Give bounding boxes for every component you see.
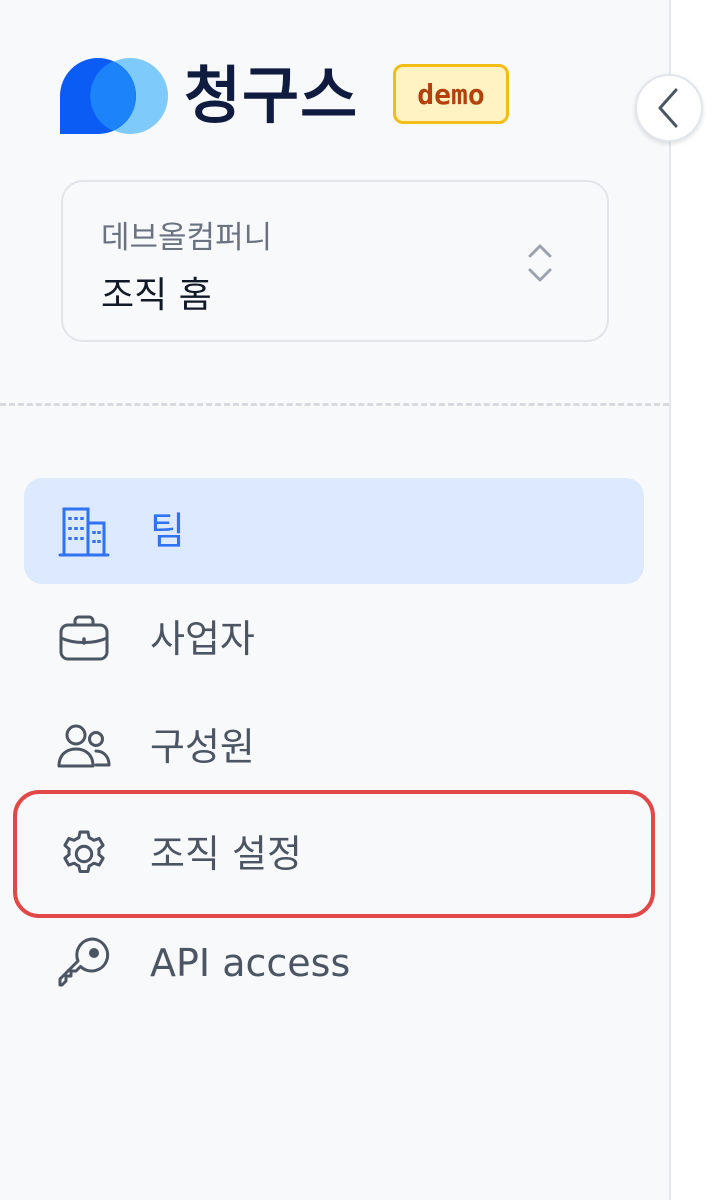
nav-item-business[interactable]: 사업자	[24, 586, 644, 692]
main-content-area	[671, 0, 720, 1200]
building-icon	[56, 503, 112, 559]
nav-label-business: 사업자	[150, 617, 255, 661]
logo-mark-icon	[60, 58, 168, 134]
sidebar: 청구스 demo 데브올컴퍼니 조직 홈 팀 사업자 구성원 조직 설정 API…	[0, 0, 669, 1200]
org-current-page: 조직 홈	[101, 275, 212, 316]
org-selector[interactable]: 데브올컴퍼니 조직 홈	[61, 180, 609, 342]
nav-item-api-access[interactable]: API access	[24, 910, 644, 1016]
section-divider	[0, 403, 669, 406]
nav-label-api-access: API access	[150, 941, 351, 985]
brand-name: 청구스	[184, 59, 359, 132]
brand-logo[interactable]: 청구스	[60, 58, 358, 134]
briefcase-icon	[56, 611, 112, 667]
nav-item-members[interactable]: 구성원	[24, 694, 644, 800]
demo-badge: demo	[393, 64, 509, 124]
chevron-up-down-icon	[528, 244, 552, 282]
collapse-sidebar-button[interactable]	[635, 74, 703, 142]
nav-label-org-settings: 조직 설정	[150, 832, 302, 876]
nav-item-team[interactable]: 팀	[24, 478, 644, 584]
gear-icon	[56, 826, 112, 882]
users-icon	[56, 719, 112, 775]
chevron-left-icon	[658, 88, 678, 128]
nav-item-org-settings[interactable]: 조직 설정	[24, 801, 644, 907]
nav-label-members: 구성원	[150, 725, 255, 769]
nav-label-team: 팀	[150, 509, 185, 553]
key-icon	[56, 935, 112, 991]
org-name: 데브올컴퍼니	[101, 220, 273, 256]
